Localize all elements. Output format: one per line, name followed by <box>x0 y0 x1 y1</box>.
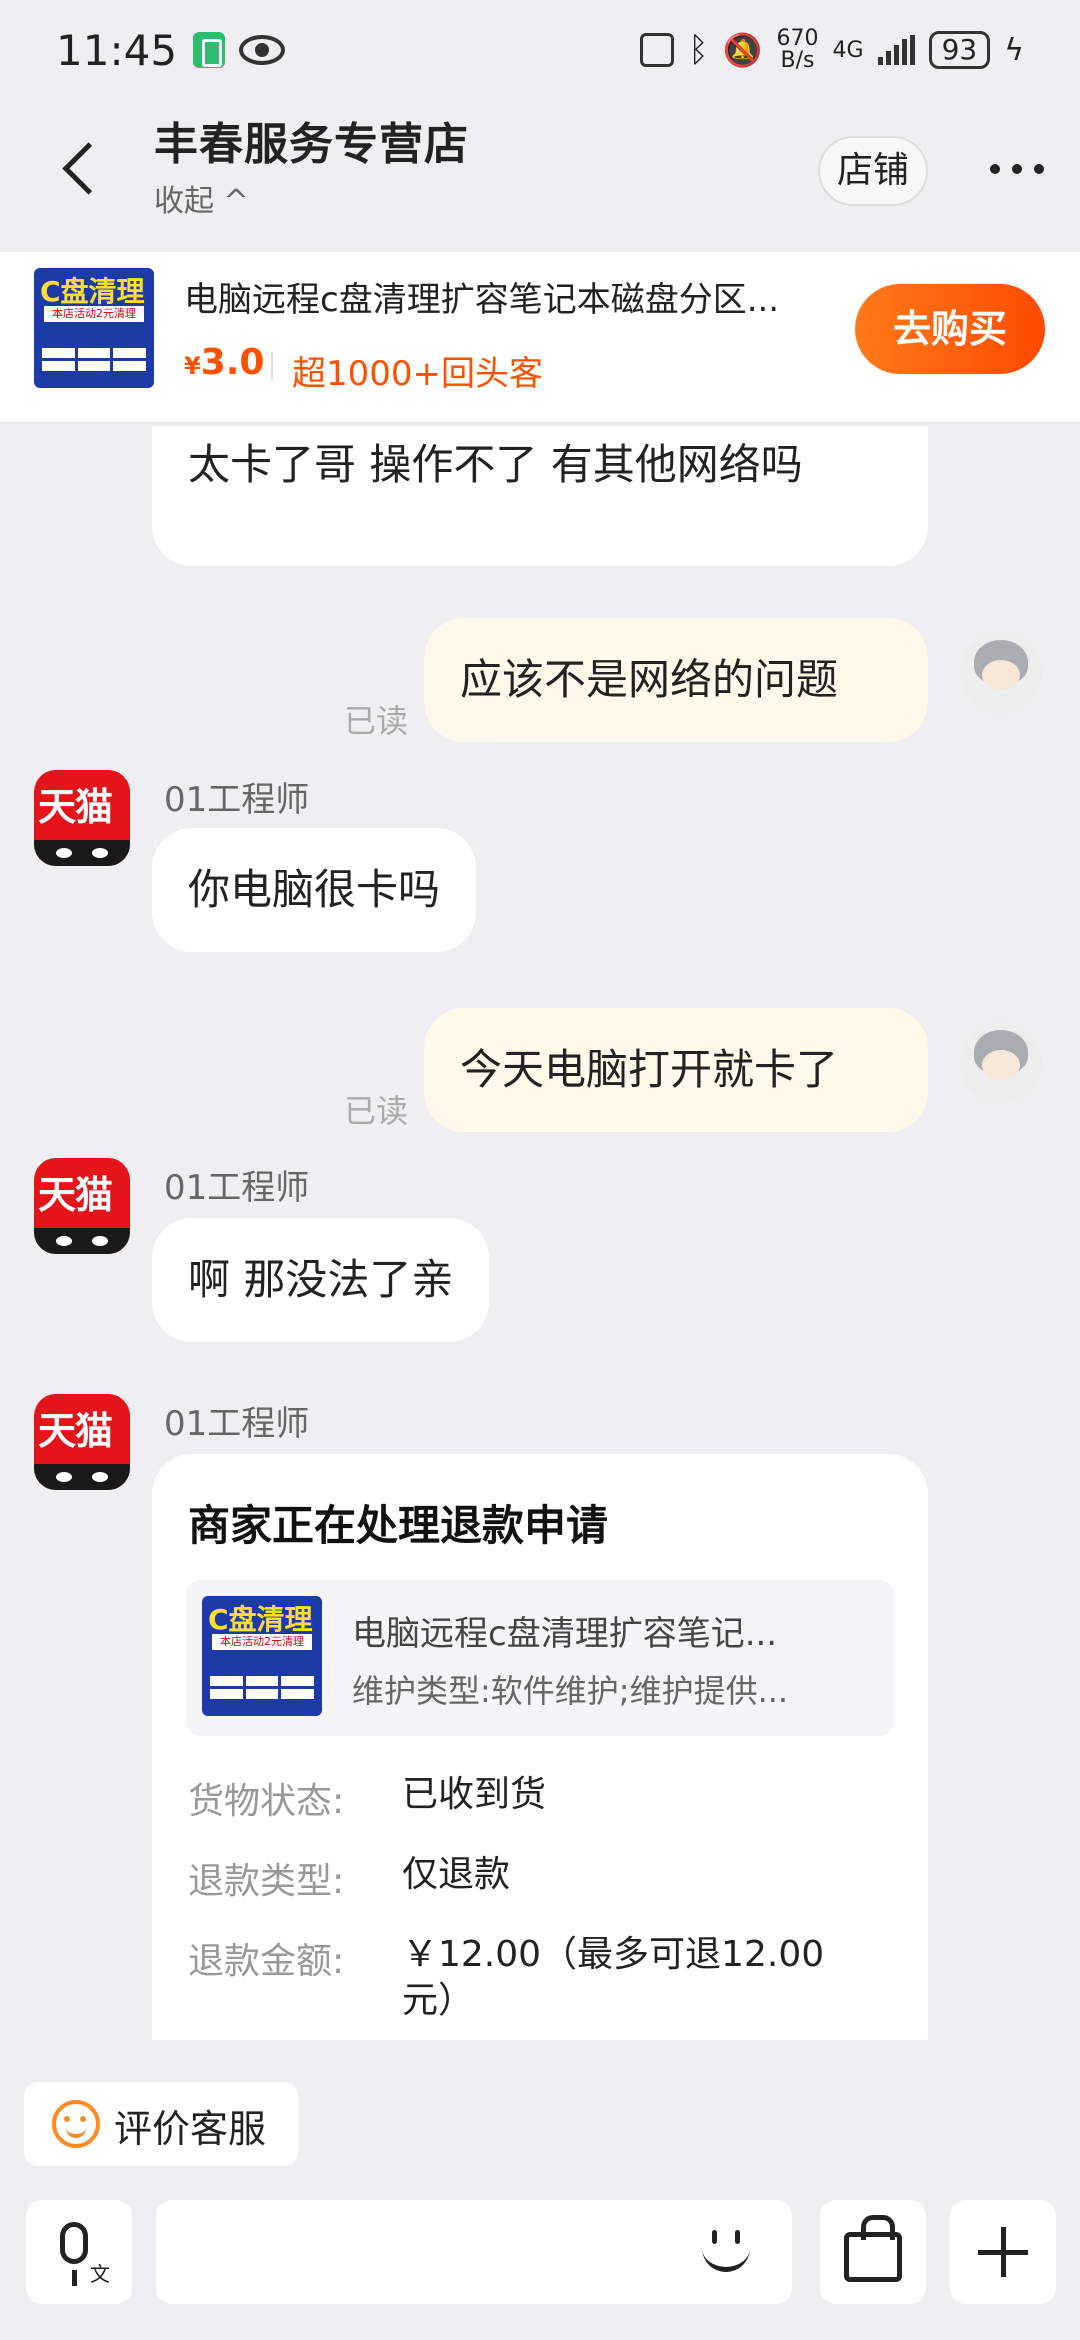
chat-header: 丰春服务专营店 收起 ^ 店铺 <box>0 100 1080 250</box>
divider <box>271 352 273 380</box>
shop-title: 丰春服务专营店 <box>154 119 469 170</box>
refund-card[interactable]: 商家正在处理退款申请 C盘清理 本店活动2元清理 电脑远程c盘清理扩容笔记...… <box>152 1454 928 2040</box>
battery-level: 93 <box>928 31 991 69</box>
product-bar[interactable]: C盘清理 本店活动2元清理 电脑远程c盘清理扩容笔记本磁盘分区... ¥3.0 … <box>0 252 1080 424</box>
signal-icon <box>877 35 915 65</box>
bluetooth-icon: ᛒ <box>688 30 709 70</box>
hourglass-icon <box>193 32 226 68</box>
voice-input-icon[interactable]: 文 <box>26 2200 132 2304</box>
refund-product[interactable]: C盘清理 本店活动2元清理 电脑远程c盘清理扩容笔记... 维护类型:软件维护;… <box>186 1580 894 1736</box>
my-avatar[interactable] <box>960 1022 1042 1104</box>
nfc-icon <box>640 33 675 67</box>
product-thumbnail[interactable]: C盘清理 本店活动2元清理 <box>34 268 154 388</box>
message-bubble-outgoing[interactable]: 今天电脑打开就卡了 <box>424 1008 928 1132</box>
input-bar: 文 <box>0 2190 1080 2340</box>
store-button[interactable]: 店铺 <box>818 136 928 206</box>
message-bubble-incoming[interactable]: 啊 那没法了亲 <box>152 1218 490 1342</box>
read-receipt: 已读 <box>344 702 409 740</box>
net-speed: 670 B/s <box>776 26 819 73</box>
product-title[interactable]: 电脑远程c盘清理扩容笔记本磁盘分区... <box>184 272 834 321</box>
message-bubble-outgoing[interactable]: 应该不是网络的问题 <box>424 618 928 742</box>
status-bar: 11:45 ᛒ 🔕 670 B/s 4G 93 ϟ <box>0 0 1080 100</box>
smile-icon <box>52 2100 100 2148</box>
refund-product-spec: 维护类型:软件维护;维护提供... <box>352 1672 789 1710</box>
tmall-avatar[interactable]: 天猫 <box>34 1158 130 1254</box>
my-avatar[interactable] <box>960 632 1042 714</box>
read-receipt: 已读 <box>344 1092 409 1130</box>
sender-name: 01工程师 <box>164 1168 310 1208</box>
message-input[interactable] <box>156 2200 792 2304</box>
mute-bell-icon: 🔕 <box>722 31 763 69</box>
emoji-icon[interactable] <box>698 2224 754 2280</box>
tmall-avatar[interactable]: 天猫 <box>34 1394 130 1490</box>
repeat-customers-badge: 超1000+回头客 <box>292 354 544 394</box>
message-bubble-incoming[interactable]: 太卡了哥 操作不了 有其他网络吗 <box>152 426 928 566</box>
network-type: 4G <box>832 37 864 63</box>
rate-service-button[interactable]: 评价客服 <box>24 2082 298 2166</box>
buy-button[interactable]: 去购买 <box>855 284 1045 374</box>
more-dots-icon[interactable] <box>990 152 1046 182</box>
collapse-toggle[interactable]: 收起 ^ <box>154 176 249 220</box>
refund-product-title: 电脑远程c盘清理扩容笔记... <box>352 1614 778 1654</box>
tmall-avatar[interactable]: 天猫 <box>34 770 130 866</box>
chat-list[interactable]: 太卡了哥 操作不了 有其他网络吗 已读 应该不是网络的问题 天猫 01工程师 你… <box>0 426 1080 2040</box>
sender-name: 01工程师 <box>164 1404 310 1444</box>
product-price: ¥3.0 <box>184 342 265 383</box>
sender-name: 01工程师 <box>164 780 310 820</box>
plus-icon[interactable] <box>950 2200 1056 2304</box>
refund-card-title: 商家正在处理退款申请 <box>188 1501 609 1550</box>
charging-icon: ϟ <box>1004 32 1024 68</box>
back-arrow-icon[interactable] <box>56 140 106 200</box>
eye-icon <box>239 35 286 65</box>
message-bubble-incoming[interactable]: 你电脑很卡吗 <box>152 828 477 952</box>
shopping-bag-icon[interactable] <box>820 2200 926 2304</box>
status-time: 11:45 <box>56 25 178 75</box>
product-thumbnail: C盘清理 本店活动2元清理 <box>202 1596 322 1716</box>
